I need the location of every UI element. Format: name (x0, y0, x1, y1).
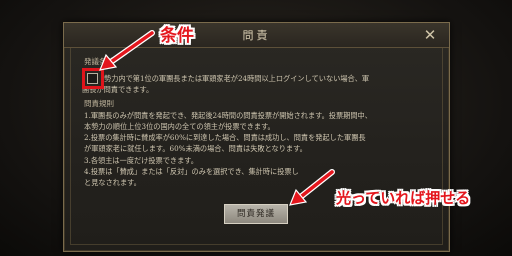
rule-line: 4.投票は「賛成」または「反対」のみを選択でき、集計時に投票し (84, 167, 299, 176)
rule-line: と見なされます。 (84, 178, 141, 187)
rule-line: 1.軍團長のみが問責を発起でき、発起後24時間の問責投票が開始されます。投票期間… (84, 111, 372, 120)
condition-highlight-box (82, 68, 104, 89)
rule-line: 3.各領主は一度だけ投票できます。 (84, 156, 198, 165)
condition-line-1: 勢力内で第1位の軍團長または軍頭家老が24時間以上ログインしていない場合、軍 (104, 74, 370, 83)
impeach-submit-button[interactable]: 問責発議 (224, 204, 288, 224)
dialog-title-bar: 問責 ✕ (64, 23, 449, 48)
dialog-title: 問責 (242, 29, 271, 42)
rule-line: 2.投票の集計時に賛成率が60%に到達した場合、問責は成功し、問責を発起した軍團… (84, 133, 366, 142)
rules-heading: 問責規則 (84, 99, 114, 108)
rule-line: 本勢力の順位上位3位の国内の全ての領主が投票できます。 (84, 122, 275, 131)
close-icon[interactable]: ✕ (421, 26, 439, 44)
condition-callout-label: 条件 (160, 26, 194, 46)
rule-line: が軍頭家老に就任します。60%未満の場合、問責は失敗となります。 (84, 144, 307, 153)
conditions-heading: 発議条件 (84, 57, 114, 66)
button-callout-label: 光っていれば押せる (336, 189, 471, 207)
